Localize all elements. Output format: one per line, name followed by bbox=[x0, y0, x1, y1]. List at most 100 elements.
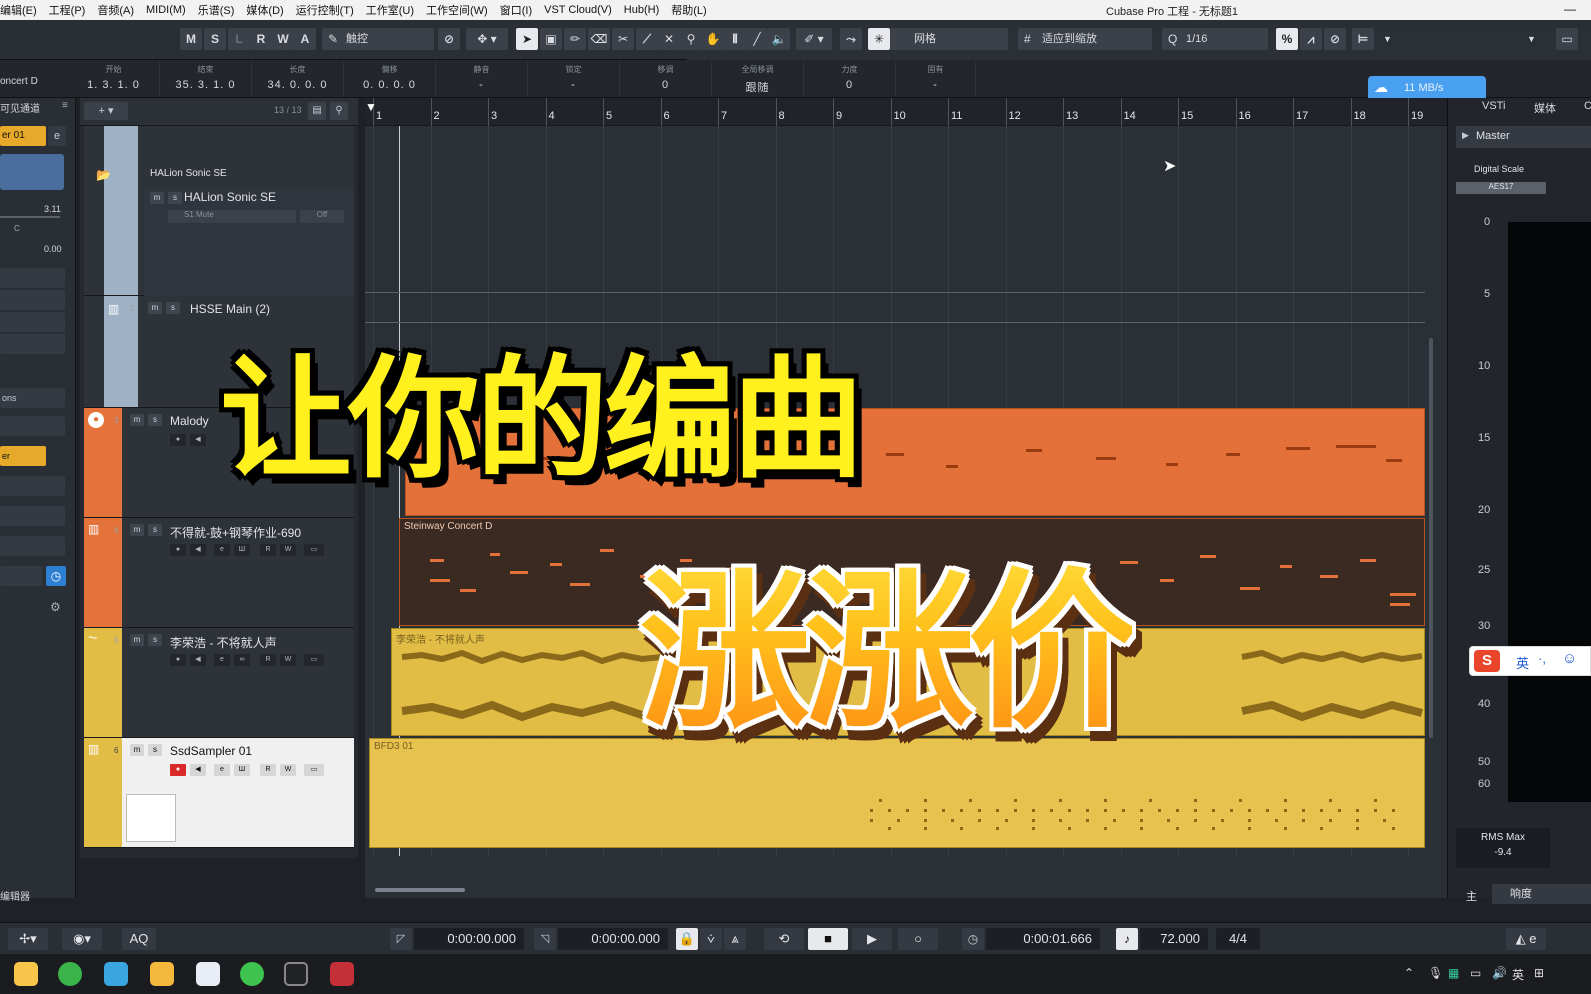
inspector-section-a[interactable]: ons bbox=[0, 388, 65, 408]
left-locator-icon[interactable]: ▼ bbox=[365, 100, 377, 114]
info-root-key[interactable]: 固有 - bbox=[896, 62, 976, 96]
eraser-tool-icon[interactable]: ⌫ bbox=[588, 28, 610, 50]
inspector-row[interactable] bbox=[0, 334, 65, 354]
solo-button[interactable]: s bbox=[148, 744, 162, 756]
tab-loudness[interactable]: 响度 bbox=[1492, 884, 1591, 904]
lanes-icon[interactable]: ▭ bbox=[304, 544, 324, 556]
snap-icon[interactable]: ✳ bbox=[868, 28, 890, 50]
menu-workspace[interactable]: 工作空间(W) bbox=[426, 2, 488, 18]
notes-app-icon[interactable] bbox=[104, 962, 128, 986]
track-visibility-icon[interactable]: ▤ bbox=[308, 102, 326, 120]
inspector-section-b[interactable]: er bbox=[0, 446, 46, 466]
editor-tab-label[interactable]: 编辑器 bbox=[0, 888, 30, 903]
master-header[interactable]: ▶ Master bbox=[1456, 126, 1591, 148]
solo-button[interactable]: s bbox=[148, 634, 162, 646]
tray-app-icon[interactable]: ▦ bbox=[1448, 966, 1459, 980]
delay-value[interactable]: 0.00 bbox=[44, 244, 62, 254]
track-ssdsampler-selected[interactable]: ▥ 6 m s SsdSampler 01 ● ◀ e Ш R W ▭ bbox=[84, 738, 354, 848]
punch-out-icon[interactable]: ⩓ bbox=[724, 928, 746, 950]
pan-value[interactable]: C bbox=[14, 224, 20, 233]
track-piano[interactable]: ▥ 4 m s 不得就-鼓+钢琴作业-690 ● ◀ e Ш R W ▭ bbox=[84, 518, 354, 628]
mute-tool-icon[interactable]: ✕ bbox=[658, 28, 680, 50]
cubase-icon[interactable] bbox=[330, 962, 354, 986]
tempo-track-icon[interactable]: ♪ bbox=[1116, 928, 1138, 950]
hand-tool-icon[interactable]: ✋ bbox=[702, 28, 724, 50]
tab-media[interactable]: 媒体 bbox=[1534, 100, 1556, 116]
line-tool-icon[interactable]: ╱ bbox=[746, 28, 768, 50]
ime-tray-icon[interactable]: ⊞ bbox=[1534, 966, 1544, 980]
gear-icon[interactable]: ⚙ bbox=[50, 600, 61, 614]
instrument-icon[interactable]: Ш bbox=[234, 764, 250, 776]
monitor-icon[interactable]: ◀ bbox=[190, 654, 206, 666]
mute-param-field[interactable]: S1 Mute bbox=[168, 210, 296, 223]
menu-project[interactable]: 工程(P) bbox=[49, 2, 86, 18]
mute-button[interactable]: m bbox=[130, 634, 144, 646]
punctuation-icon[interactable]: ·, bbox=[1538, 651, 1546, 666]
menu-edit[interactable]: 编辑(E) bbox=[0, 2, 37, 18]
menu-icon[interactable]: ≡ bbox=[62, 100, 68, 111]
browser-icon[interactable] bbox=[58, 962, 82, 986]
mute-button[interactable]: m bbox=[130, 524, 144, 536]
mute-button[interactable]: m bbox=[148, 302, 162, 314]
cycle-icon[interactable]: ⟲ bbox=[764, 928, 804, 950]
monitor-icon[interactable]: ◀ bbox=[190, 434, 206, 446]
right-locator-icon[interactable]: ◹ bbox=[534, 928, 556, 950]
search-icon[interactable]: ⚲ bbox=[330, 102, 348, 120]
inspector-row[interactable] bbox=[0, 566, 42, 586]
listen-button[interactable]: L bbox=[228, 28, 250, 50]
read-icon[interactable]: R bbox=[260, 764, 276, 776]
object-select-tool-icon[interactable]: ➤ bbox=[516, 28, 538, 50]
info-global-transpose[interactable]: 全局移调 跟随 bbox=[712, 62, 804, 96]
inspector-row[interactable] bbox=[0, 268, 65, 288]
record-button[interactable]: ○ bbox=[898, 928, 938, 950]
inspector-row[interactable] bbox=[0, 312, 65, 332]
inspector-row[interactable] bbox=[0, 476, 65, 496]
comp-tool-icon[interactable]: ⦀ bbox=[724, 28, 746, 50]
mute-button[interactable]: m bbox=[150, 192, 164, 204]
info-lock[interactable]: 锁定 - bbox=[528, 62, 620, 96]
solo-button[interactable]: s bbox=[148, 524, 162, 536]
obs-icon[interactable] bbox=[284, 962, 308, 986]
network-icon[interactable]: ▭ bbox=[1470, 966, 1481, 980]
zoom-tool-icon[interactable]: ⚲ bbox=[680, 28, 702, 50]
folder-track[interactable]: 📂 HALion Sonic SE m s HALion Sonic SE S1… bbox=[84, 126, 354, 296]
write-icon[interactable]: W bbox=[280, 544, 296, 556]
channel-name[interactable]: er 01 bbox=[0, 126, 46, 146]
edit-icon[interactable]: e bbox=[214, 654, 230, 666]
menu-audio[interactable]: 音频(A) bbox=[97, 2, 134, 18]
record-enabled-icon[interactable]: ● bbox=[170, 764, 186, 776]
pencil-tool-icon[interactable]: ✏ bbox=[564, 28, 586, 50]
clock-icon[interactable]: ◷ bbox=[46, 566, 66, 586]
file-explorer-icon[interactable] bbox=[14, 962, 38, 986]
microphone-icon[interactable]: 🎙 bbox=[1428, 966, 1443, 980]
monitor-icon[interactable]: ◀ bbox=[190, 764, 206, 776]
stop-button[interactable]: ■ bbox=[808, 928, 848, 950]
volume-slider[interactable] bbox=[0, 216, 60, 218]
menu-media[interactable]: 媒体(D) bbox=[246, 2, 283, 18]
right-locator-field[interactable]: 0:00:00.000 bbox=[558, 928, 668, 950]
markers-icon[interactable]: ◭ e bbox=[1506, 928, 1546, 950]
read-icon[interactable]: R bbox=[260, 654, 276, 666]
nudge-icon[interactable]: ✥ ▾ bbox=[466, 28, 508, 50]
menu-window[interactable]: 窗口(I) bbox=[500, 2, 532, 18]
tab-vsti[interactable]: VSTi bbox=[1482, 100, 1505, 112]
menu-score[interactable]: 乐谱(S) bbox=[198, 2, 235, 18]
solo-button[interactable]: s bbox=[166, 302, 180, 314]
write-button[interactable]: W bbox=[272, 28, 294, 50]
menu-studio[interactable]: 工作室(U) bbox=[366, 2, 414, 18]
menu-hub[interactable]: Hub(H) bbox=[624, 4, 659, 16]
monitor-icon[interactable]: ◀ bbox=[190, 544, 206, 556]
inspector-row[interactable] bbox=[0, 416, 65, 436]
left-locator-field[interactable]: 0:00:00.000 bbox=[414, 928, 524, 950]
write-icon[interactable]: W bbox=[280, 654, 296, 666]
snap-type-select[interactable]: 网格 ▼ bbox=[890, 28, 1591, 828]
quantize-select[interactable]: Q 1/16 ▼ bbox=[1162, 28, 1591, 828]
menu-transport[interactable]: 运行控制(T) bbox=[296, 2, 354, 18]
mute-button[interactable]: m bbox=[130, 744, 144, 756]
read-icon[interactable]: R bbox=[260, 544, 276, 556]
autoscroll-icon[interactable]: ⤳ bbox=[840, 28, 862, 50]
grid-mode-select[interactable]: # 适应到缩放 ▼ bbox=[1018, 28, 1591, 828]
input-lang-icon[interactable]: 英 bbox=[1512, 966, 1524, 983]
play-tool-icon[interactable]: 🔈 bbox=[768, 28, 790, 50]
quantize-preset-icon[interactable]: ⩘ bbox=[1300, 28, 1322, 50]
